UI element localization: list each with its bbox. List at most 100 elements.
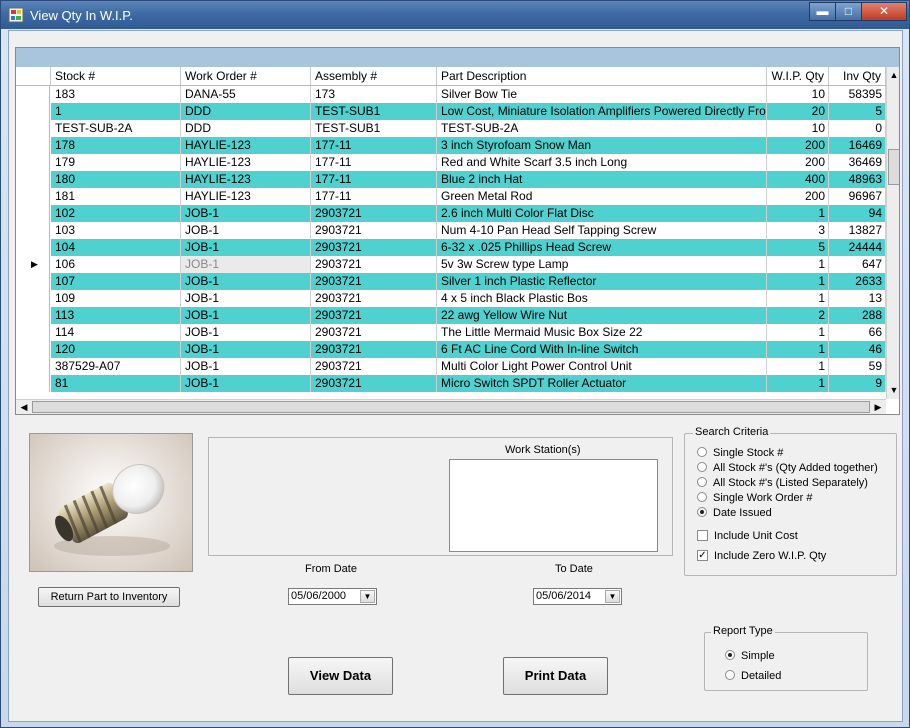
- radio-icon[interactable]: [697, 447, 707, 458]
- cell-wip-qty[interactable]: 1: [767, 205, 829, 222]
- cell-wip-qty[interactable]: 3: [767, 222, 829, 239]
- cell-assembly[interactable]: 2903721: [311, 205, 437, 222]
- cell-wip-qty[interactable]: 1: [767, 324, 829, 341]
- col-work-order[interactable]: Work Order #: [181, 67, 311, 85]
- radio-icon[interactable]: [697, 462, 707, 473]
- cell-inv-qty[interactable]: 0: [829, 120, 886, 137]
- row-header[interactable]: [16, 86, 50, 103]
- cell-part-description[interactable]: Num 4-10 Pan Head Self Tapping Screw: [437, 222, 767, 239]
- horizontal-scrollbar[interactable]: ◀ ▶: [16, 399, 886, 414]
- table-row[interactable]: 102 JOB-1 2903721 2.6 inch Multi Color Flat…: [16, 205, 886, 222]
- scroll-down-icon[interactable]: ▼: [887, 383, 899, 397]
- cell-part-description[interactable]: Low Cost, Miniature Isolation Amplifiers…: [437, 103, 767, 120]
- cell-stock[interactable]: 387529-A07: [51, 358, 181, 375]
- search-option-radio[interactable]: Date Issued: [697, 506, 772, 520]
- cell-assembly[interactable]: 2903721: [311, 273, 437, 290]
- cell-wip-qty[interactable]: 400: [767, 171, 829, 188]
- cell-assembly[interactable]: 2903721: [311, 341, 437, 358]
- cell-assembly[interactable]: 2903721: [311, 375, 437, 392]
- col-inv-qty[interactable]: Inv Qty: [829, 67, 886, 85]
- wip-grid[interactable]: Stock # Work Order # Assembly # Part Des…: [15, 47, 900, 415]
- cell-wip-qty[interactable]: 1: [767, 273, 829, 290]
- search-option-radio[interactable]: All Stock #'s (Qty Added together): [697, 461, 878, 475]
- row-header[interactable]: ▶: [16, 256, 50, 273]
- cell-work-order[interactable]: HAYLIE-123: [181, 188, 311, 205]
- cell-stock[interactable]: 109: [51, 290, 181, 307]
- cell-work-order[interactable]: DANA-55: [181, 86, 311, 103]
- cell-assembly[interactable]: 2903721: [311, 222, 437, 239]
- cell-stock[interactable]: 103: [51, 222, 181, 239]
- cell-wip-qty[interactable]: 20: [767, 103, 829, 120]
- cell-assembly[interactable]: 2903721: [311, 239, 437, 256]
- row-header[interactable]: [16, 103, 50, 120]
- table-row[interactable]: 81 JOB-1 2903721 Micro Switch SPDT Roller A…: [16, 375, 886, 392]
- cell-stock[interactable]: TEST-SUB-2A: [51, 120, 181, 137]
- include-unit-cost-checkbox[interactable]: Include Unit Cost: [697, 529, 798, 543]
- cell-assembly[interactable]: 177-11: [311, 171, 437, 188]
- table-row[interactable]: 181 HAYLIE-123 177-11 Green Metal Rod 200 969…: [16, 188, 886, 205]
- cell-part-description[interactable]: Silver 1 inch Plastic Reflector: [437, 273, 767, 290]
- horizontal-scroll-thumb[interactable]: [32, 401, 870, 413]
- cell-assembly[interactable]: 2903721: [311, 256, 437, 273]
- cell-inv-qty[interactable]: 5: [829, 103, 886, 120]
- row-header[interactable]: [16, 137, 50, 154]
- cell-assembly[interactable]: 2903721: [311, 358, 437, 375]
- cell-assembly[interactable]: 177-11: [311, 137, 437, 154]
- vertical-scroll-thumb[interactable]: [888, 149, 899, 185]
- table-row[interactable]: 1 DDD TEST-SUB1 Low Cost, Miniature Isolati…: [16, 103, 886, 120]
- cell-inv-qty[interactable]: 288: [829, 307, 886, 324]
- table-row[interactable]: ▶ 106 JOB-1 2903721 5v 3w Screw type Lamp 1 64…: [16, 256, 886, 273]
- row-header[interactable]: [16, 222, 50, 239]
- cell-inv-qty[interactable]: 2633: [829, 273, 886, 290]
- row-header[interactable]: [16, 290, 50, 307]
- row-header[interactable]: [16, 154, 50, 171]
- cell-inv-qty[interactable]: 96967: [829, 188, 886, 205]
- cell-part-description[interactable]: Blue 2 inch Hat: [437, 171, 767, 188]
- cell-wip-qty[interactable]: 200: [767, 137, 829, 154]
- cell-stock[interactable]: 183: [51, 86, 181, 103]
- cell-part-description[interactable]: Micro Switch SPDT Roller Actuator: [437, 375, 767, 392]
- to-date-dropdown-icon[interactable]: ▼: [605, 590, 620, 603]
- minimize-button[interactable]: ▬: [809, 2, 836, 21]
- cell-work-order[interactable]: JOB-1: [181, 273, 311, 290]
- cell-work-order[interactable]: HAYLIE-123: [181, 154, 311, 171]
- scroll-left-icon[interactable]: ◀: [17, 400, 31, 414]
- cell-part-description[interactable]: The Little Mermaid Music Box Size 22: [437, 324, 767, 341]
- table-row[interactable]: 179 HAYLIE-123 177-11 Red and White Scarf 3…: [16, 154, 886, 171]
- report-type-radio[interactable]: Simple: [725, 649, 775, 663]
- col-wip-qty[interactable]: W.I.P. Qty: [767, 67, 829, 85]
- unit-cost-checkbox-box[interactable]: [697, 529, 708, 541]
- cell-stock[interactable]: 104: [51, 239, 181, 256]
- cell-work-order[interactable]: HAYLIE-123: [181, 171, 311, 188]
- col-assembly[interactable]: Assembly #: [311, 67, 437, 85]
- cell-wip-qty[interactable]: 1: [767, 290, 829, 307]
- table-row[interactable]: 103 JOB-1 2903721 Num 4-10 Pan Head Self Ta…: [16, 222, 886, 239]
- cell-stock[interactable]: 81: [51, 375, 181, 392]
- zero-wip-checkbox-box[interactable]: ✓: [697, 549, 708, 561]
- cell-part-description[interactable]: Silver Bow Tie: [437, 86, 767, 103]
- table-row[interactable]: 387529-A07 JOB-1 2903721 Multi Color Light …: [16, 358, 886, 375]
- radio-icon[interactable]: [725, 650, 735, 661]
- cell-work-order[interactable]: JOB-1: [181, 341, 311, 358]
- cell-work-order[interactable]: JOB-1: [181, 239, 311, 256]
- cell-assembly[interactable]: 177-11: [311, 188, 437, 205]
- cell-work-order[interactable]: DDD: [181, 103, 311, 120]
- to-date-picker[interactable]: 05/06/2014 ▼: [533, 588, 622, 605]
- table-row[interactable]: TEST-SUB-2A DDD TEST-SUB1 TEST-SUB-2A 10 0: [16, 120, 886, 137]
- row-header[interactable]: [16, 375, 50, 392]
- scroll-right-icon[interactable]: ▶: [871, 400, 885, 414]
- row-header[interactable]: [16, 239, 50, 256]
- cell-assembly[interactable]: TEST-SUB1: [311, 103, 437, 120]
- cell-wip-qty[interactable]: 1: [767, 375, 829, 392]
- cell-stock[interactable]: 1: [51, 103, 181, 120]
- row-header[interactable]: [16, 358, 50, 375]
- cell-work-order[interactable]: JOB-1: [181, 324, 311, 341]
- scroll-up-icon[interactable]: ▲: [887, 68, 899, 82]
- cell-wip-qty[interactable]: 5: [767, 239, 829, 256]
- cell-work-order[interactable]: DDD: [181, 120, 311, 137]
- cell-part-description[interactable]: 6 Ft AC Line Cord With In-line Switch: [437, 341, 767, 358]
- search-option-radio[interactable]: All Stock #'s (Listed Separately): [697, 476, 868, 490]
- cell-part-description[interactable]: 4 x 5 inch Black Plastic Bos: [437, 290, 767, 307]
- cell-stock[interactable]: 120: [51, 341, 181, 358]
- cell-assembly[interactable]: 2903721: [311, 324, 437, 341]
